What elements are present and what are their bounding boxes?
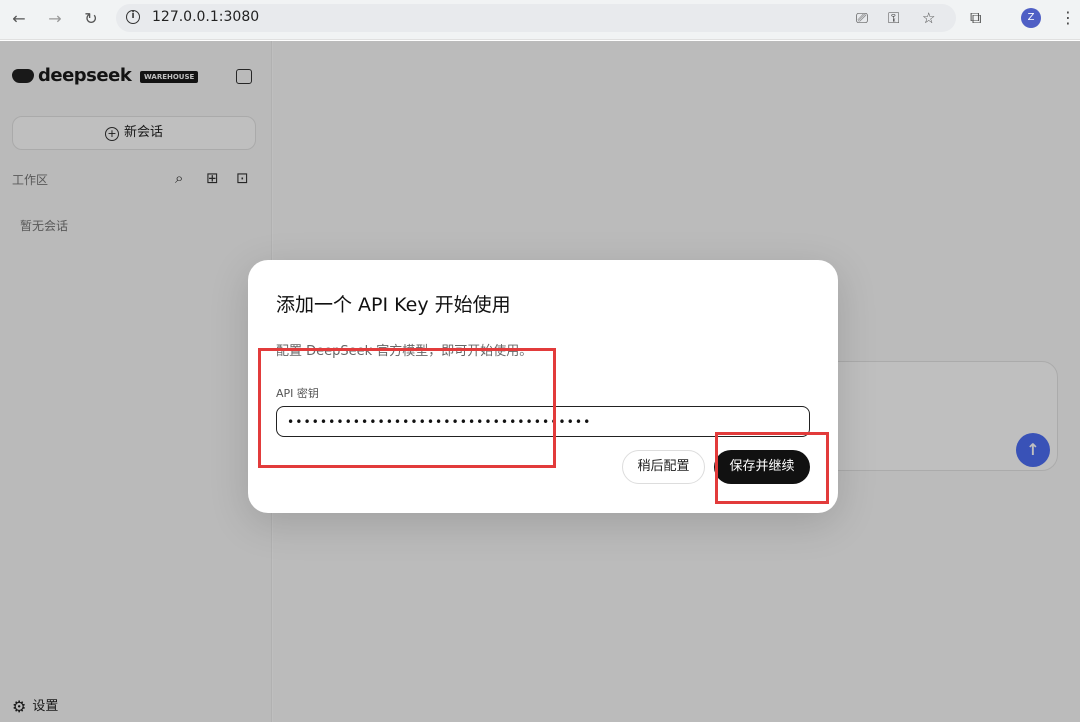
key-icon[interactable]: ⚿ — [888, 9, 899, 27]
dialog-title: 添加一个 API Key 开始使用 — [276, 294, 511, 316]
annotation-box-input — [258, 348, 556, 468]
browser-toolbar: ← → ↻ i 127.0.0.1:3080 ⎚ ⚿ ☆ ⧉ Z ⋮ — [0, 0, 1080, 40]
extensions-icon[interactable]: ⧉ — [970, 8, 981, 28]
profile-avatar[interactable]: Z — [1021, 8, 1041, 28]
annotation-box-save — [715, 432, 829, 504]
info-icon[interactable]: i — [126, 10, 140, 24]
reload-icon[interactable]: ↻ — [80, 8, 102, 30]
configure-later-button[interactable]: 稍后配置 — [622, 450, 705, 484]
menu-icon[interactable]: ⋮ — [1060, 8, 1076, 27]
install-icon[interactable]: ⎚ — [856, 9, 868, 27]
back-icon[interactable]: ← — [8, 8, 30, 30]
star-icon[interactable]: ☆ — [922, 9, 935, 27]
url-text[interactable]: 127.0.0.1:3080 — [152, 9, 259, 25]
forward-icon[interactable]: → — [44, 8, 66, 30]
address-bar[interactable]: i 127.0.0.1:3080 ⎚ ⚿ ☆ — [116, 4, 956, 32]
